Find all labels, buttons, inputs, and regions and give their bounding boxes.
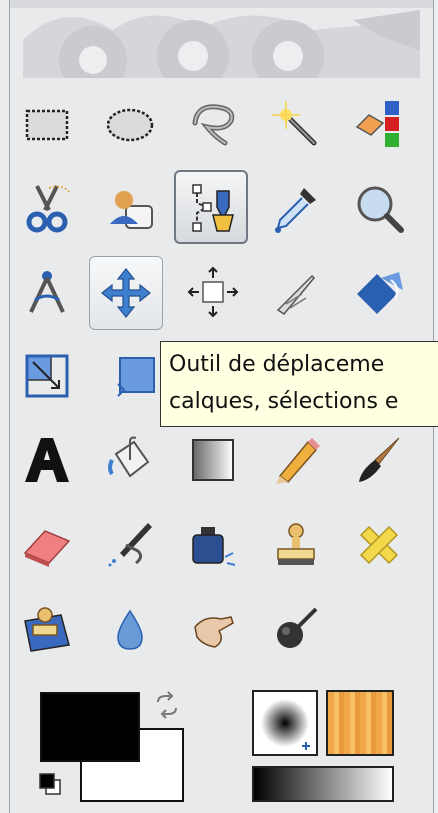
- active-gradient-preview[interactable]: [252, 766, 394, 802]
- tool-dodge-burn[interactable]: [259, 592, 333, 666]
- perspective-clone-icon: [24, 607, 70, 652]
- clone-icon: [277, 523, 315, 565]
- tool-scissors-select[interactable]: [10, 171, 84, 245]
- tool-measure[interactable]: [10, 255, 84, 329]
- color-picker-icon: [275, 188, 316, 233]
- tooltip-line-2: calques, sélections e: [169, 389, 399, 414]
- tool-bucket-fill[interactable]: [93, 423, 167, 497]
- crop-icon: [276, 274, 316, 315]
- tool-perspective-clone[interactable]: [10, 592, 84, 666]
- brush-icon: [261, 699, 310, 750]
- fuzzy-select-icon: [272, 101, 317, 146]
- paintbrush-icon: [359, 437, 400, 482]
- color-area: [36, 688, 186, 803]
- tool-fuzzy-select[interactable]: [259, 88, 333, 162]
- tool-paintbrush[interactable]: [342, 423, 416, 497]
- pencil-icon: [276, 438, 320, 484]
- active-pattern-preview[interactable]: [326, 690, 394, 756]
- tool-airbrush[interactable]: [93, 508, 167, 582]
- tool-pencil[interactable]: [259, 423, 333, 497]
- reset-colors-icon[interactable]: [36, 770, 66, 800]
- tool-smudge[interactable]: [176, 592, 250, 666]
- tool-crop[interactable]: [259, 255, 333, 329]
- rotate-icon: [357, 272, 403, 314]
- tool-move[interactable]: [89, 256, 163, 330]
- smudge-icon: [194, 616, 234, 648]
- measure-icon: [29, 271, 65, 313]
- tool-blur-sharpen[interactable]: [93, 592, 167, 666]
- tool-clone[interactable]: [259, 508, 333, 582]
- tooltip-line-1: Outil de déplaceme: [169, 352, 385, 377]
- tool-zoom[interactable]: [342, 171, 416, 245]
- paths-icon: [192, 184, 234, 232]
- move-tool-tooltip: Outil de déplaceme calques, sélections e: [160, 341, 438, 427]
- move-icon: [101, 268, 151, 318]
- tool-color-picker[interactable]: [259, 171, 333, 245]
- wilber-header-logo: [23, 10, 420, 78]
- select-by-color-icon: [355, 101, 399, 147]
- text-icon: [25, 438, 69, 482]
- tool-foreground-select[interactable]: [93, 171, 167, 245]
- blend-icon: [192, 439, 234, 481]
- swap-colors-icon[interactable]: [152, 690, 182, 720]
- tool-eraser[interactable]: [10, 508, 84, 582]
- ellipse-select-icon: [106, 108, 154, 142]
- foreground-select-icon: [110, 191, 153, 229]
- foreground-color-swatch[interactable]: [40, 692, 140, 762]
- bucket-fill-icon: [108, 436, 150, 478]
- blur-sharpen-icon: [117, 609, 143, 650]
- tool-paths[interactable]: [174, 170, 248, 244]
- shear-icon: [117, 357, 155, 397]
- tool-alignment[interactable]: [176, 255, 250, 329]
- tool-free-select[interactable]: [176, 88, 250, 162]
- active-brush-preview[interactable]: [252, 690, 318, 756]
- tool-text[interactable]: [10, 423, 84, 497]
- tool-scale[interactable]: [10, 339, 84, 413]
- scissors-select-icon: [26, 185, 70, 233]
- tool-ellipse-select[interactable]: [93, 88, 167, 162]
- scale-icon: [25, 354, 69, 398]
- rect-select-icon: [25, 109, 69, 141]
- zoom-icon: [357, 186, 404, 233]
- tool-heal[interactable]: [342, 508, 416, 582]
- tool-blend[interactable]: [176, 423, 250, 497]
- eraser-icon: [23, 530, 71, 567]
- heal-icon: [359, 525, 399, 565]
- airbrush-icon: [108, 523, 152, 567]
- tool-rect-select[interactable]: [10, 88, 84, 162]
- alignment-icon: [187, 266, 239, 318]
- tool-shear[interactable]: [93, 339, 167, 413]
- free-select-icon: [192, 104, 235, 146]
- tool-rotate[interactable]: [342, 255, 416, 329]
- dodge-burn-icon: [277, 607, 318, 648]
- tool-ink[interactable]: [176, 508, 250, 582]
- ink-icon: [192, 527, 236, 566]
- tool-select-by-color[interactable]: [342, 88, 416, 162]
